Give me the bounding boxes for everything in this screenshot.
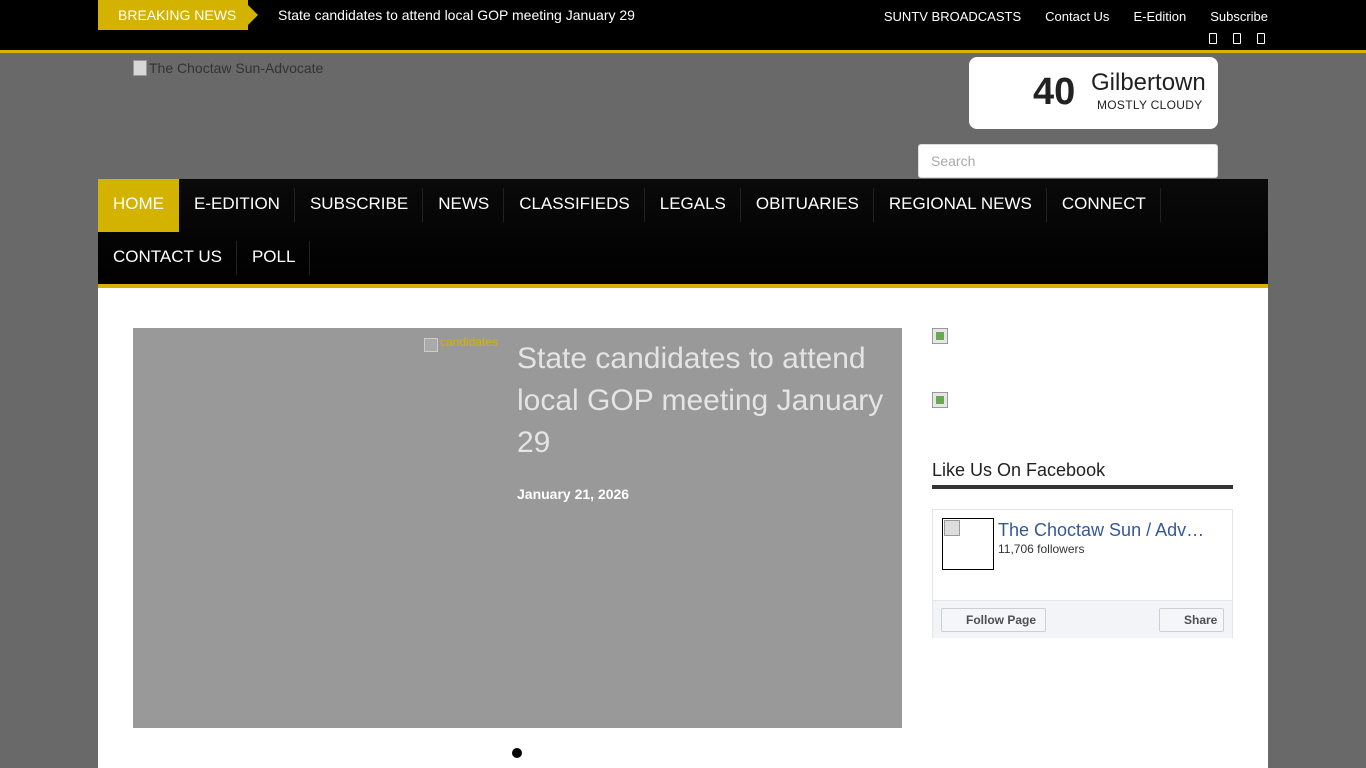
fb-followers-count: 11,706 followers — [998, 542, 1085, 556]
broken-image-icon — [424, 338, 438, 352]
subscribe-link[interactable]: Subscribe — [1210, 9, 1268, 24]
slide-date: January 21, 2026 — [517, 486, 630, 502]
suntv-broadcasts-link[interactable]: SUNTV BROADCASTS — [884, 9, 1021, 24]
nav-item-obituaries[interactable]: OBITUARIES — [741, 179, 874, 232]
facebook-icon[interactable] — [1209, 33, 1217, 44]
nav-item-e-edition[interactable]: E-EDITION — [179, 179, 295, 232]
nav-row: CONTACT US POLL — [98, 232, 311, 285]
sidebar-ad-image[interactable] — [932, 328, 948, 344]
nav-item-news[interactable]: NEWS — [423, 179, 505, 232]
nav-item-regional-news[interactable]: REGIONAL NEWS — [874, 179, 1047, 232]
nav-row: HOME E-EDITION SUBSCRIBE NEWS CLASSIFIED… — [98, 179, 1161, 232]
fb-follow-page-button[interactable]: Follow Page — [941, 608, 1046, 632]
nav-item-connect[interactable]: CONNECT — [1047, 179, 1161, 232]
social-icons — [1209, 33, 1265, 44]
slide-title-link[interactable]: State candidates to attend local GOP mee… — [517, 338, 892, 464]
top-links: SUNTV BROADCASTS Contact Us E-Edition Su… — [884, 0, 1268, 33]
weather-condition: MOSTLY CLOUDY — [1097, 98, 1203, 112]
featured-slider[interactable]: candidates State candidates to attend lo… — [133, 328, 902, 728]
nav-item-legals[interactable]: LEGALS — [645, 179, 742, 232]
e-edition-link[interactable]: E-Edition — [1133, 9, 1186, 24]
weather-city: Gilbertown — [1091, 69, 1206, 96]
logo-alt-text: The Choctaw Sun-Advocate — [149, 60, 324, 76]
search-input[interactable] — [918, 144, 1218, 178]
site-logo[interactable]: The Choctaw Sun-Advocate — [133, 60, 323, 76]
twitter-icon[interactable] — [1233, 33, 1241, 44]
broken-image-icon — [133, 60, 147, 76]
weather-temperature: 40 — [1033, 71, 1076, 113]
breaking-news-label: BREAKING NEWS — [98, 0, 258, 30]
nav-item-poll[interactable]: POLL — [237, 232, 311, 285]
slide-image-alt: candidates — [440, 335, 499, 349]
weather-widget: 40 Gilbertown MOSTLY CLOUDY — [969, 57, 1218, 129]
contact-us-link[interactable]: Contact Us — [1045, 9, 1109, 24]
main-nav: HOME E-EDITION SUBSCRIBE NEWS CLASSIFIED… — [98, 179, 1268, 288]
slider-dot-1[interactable] — [512, 748, 522, 758]
facebook-widget-title: Like Us On Facebook — [932, 460, 1233, 489]
main-content: candidates State candidates to attend lo… — [98, 288, 1268, 768]
fb-page-name-link[interactable]: The Choctaw Sun / Advocate — [998, 520, 1208, 541]
instagram-icon[interactable] — [1257, 33, 1265, 44]
facebook-page-plugin: The Choctaw Sun / Advocate 11,706 follow… — [932, 509, 1233, 638]
nav-item-subscribe[interactable]: SUBSCRIBE — [295, 179, 424, 232]
breaking-news-headline-link[interactable]: State candidates to attend local GOP mee… — [278, 0, 635, 30]
broken-image-icon — [944, 520, 960, 536]
slide-image[interactable]: candidates — [424, 335, 499, 352]
nav-item-contact-us[interactable]: CONTACT US — [98, 232, 237, 285]
fb-page-avatar[interactable] — [942, 518, 994, 570]
sidebar-ad-image[interactable] — [932, 392, 948, 408]
nav-item-classifieds[interactable]: CLASSIFIEDS — [504, 179, 645, 232]
top-bar: BREAKING NEWS State candidates to attend… — [0, 0, 1366, 53]
fb-share-button[interactable]: Share — [1159, 608, 1224, 632]
nav-item-home[interactable]: HOME — [98, 179, 179, 232]
fb-footer: Follow Page Share — [933, 600, 1232, 638]
